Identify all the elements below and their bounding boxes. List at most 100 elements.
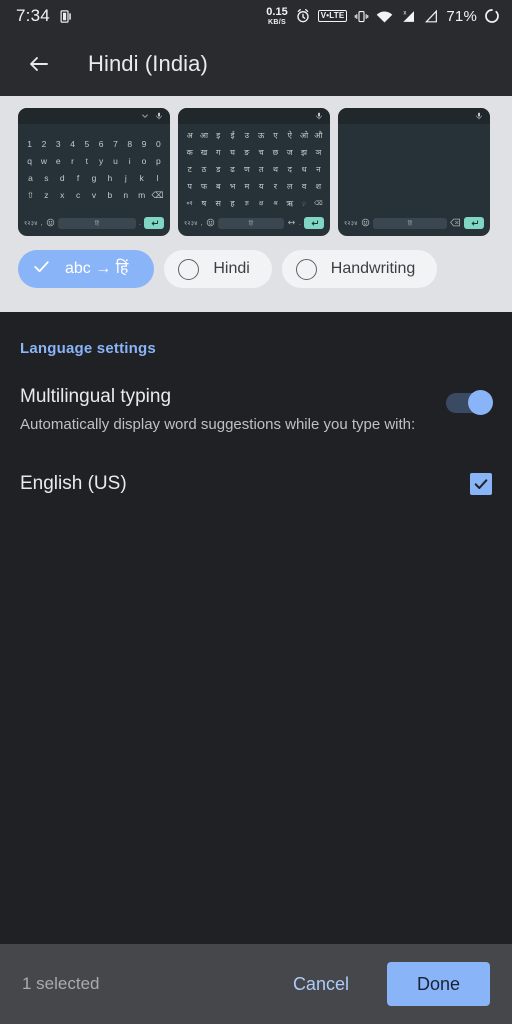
chip-handwriting[interactable]: Handwriting: [281, 250, 438, 288]
microphone-icon: [315, 108, 323, 125]
radio-unchecked-icon: [178, 258, 200, 280]
qwerty-keyboard-preview[interactable]: 1 2 3 4 5 6 7 8 9 0 q w e r t y u i o p …: [18, 108, 170, 236]
setting-row-multilingual-typing[interactable]: Multilingual typing Automatically displa…: [20, 386, 493, 435]
key: ऐ: [287, 130, 292, 140]
chip-hindi[interactable]: Hindi: [164, 250, 272, 288]
setting-title: Multilingual typing: [20, 386, 172, 407]
network-speed-unit: KB/S: [268, 18, 286, 26]
selected-count: 1 selected: [22, 974, 100, 993]
key: च: [258, 147, 264, 157]
handwriting-keyboard-preview[interactable]: १२३४ हिं: [338, 108, 490, 236]
key-row: a s d f g h j k l: [23, 170, 165, 187]
key: ब: [215, 181, 221, 191]
battery-percent: 71%: [446, 7, 477, 25]
key: छ: [272, 147, 279, 157]
chip-transliteration[interactable]: abc → हिं: [18, 250, 155, 288]
key: a: [28, 172, 33, 183]
key: ज: [286, 147, 293, 157]
done-button[interactable]: Done: [386, 962, 490, 1006]
key: j: [124, 172, 127, 183]
status-time: 7:34: [16, 6, 50, 25]
key: ट: [187, 164, 192, 174]
key: फ: [200, 181, 208, 191]
backspace-key: ⌫: [151, 189, 164, 200]
keyboard-preview-row: 1 2 3 4 5 6 7 8 9 0 q w e r t y u i o p …: [0, 108, 512, 236]
bottom-action-bar: 1 selected Cancel Done: [0, 942, 512, 1024]
key: y: [99, 155, 104, 166]
numeric-key: १२३४: [184, 221, 198, 227]
key: 3: [55, 138, 61, 149]
emoji-icon: [361, 214, 370, 232]
key: अ: [186, 130, 193, 140]
back-arrow-icon[interactable]: [22, 47, 56, 81]
key: f: [76, 172, 80, 183]
key: z: [44, 189, 49, 200]
handwriting-canvas: [338, 124, 490, 213]
key: w: [40, 155, 48, 166]
space-key: हिं: [217, 217, 285, 229]
key: ञ: [315, 147, 322, 157]
key: र: [273, 181, 278, 191]
key: d: [59, 172, 65, 183]
key: q: [27, 155, 33, 166]
numeric-key: १२३४: [24, 221, 38, 227]
key: ई: [230, 130, 235, 140]
key: ग: [216, 147, 221, 157]
key: भ: [229, 181, 236, 191]
key: k: [139, 172, 144, 183]
key: ए: [273, 130, 278, 140]
key: ख: [200, 147, 208, 157]
key: क: [186, 147, 193, 157]
key: ष: [201, 198, 207, 208]
key: न: [316, 164, 321, 174]
status-bar: 7:34 0.15 KB/S V•LTE x 71%: [0, 0, 512, 32]
signal-icon: [423, 9, 439, 24]
key: g: [91, 172, 97, 183]
key: 2: [41, 138, 47, 149]
language-switch-icon: [287, 214, 296, 232]
language-row-english-us[interactable]: English (US): [20, 473, 492, 496]
enter-key-icon: [464, 217, 484, 229]
language-checkbox[interactable]: [470, 473, 492, 496]
key: h: [107, 172, 113, 183]
period-key: .: [299, 219, 301, 227]
volte-icon: V•LTE: [317, 10, 348, 22]
keyboard-layout-chip-row: abc → हिं Hindi Handwriting: [0, 250, 512, 288]
language-name: English (US): [20, 473, 127, 495]
setting-subtitle: Automatically display word suggestions w…: [20, 415, 416, 433]
key: ऋ: [286, 198, 294, 208]
toggle-thumb: [468, 390, 493, 415]
key: b: [107, 189, 113, 200]
status-bar-right: 0.15 KB/S V•LTE x 71%: [266, 5, 500, 26]
key: त: [258, 164, 264, 174]
key-row: ⇧ z x c v b n m ⌫: [23, 187, 165, 204]
battery-circle-icon: [484, 8, 500, 24]
signal-no-sim-icon: x: [400, 9, 416, 24]
key-row: ०१ ष स ह ज्ञ क्ष श्र ऋ ़ ⌫: [183, 195, 325, 212]
key: 9: [141, 138, 147, 149]
keyboard-suggestion-bar: [338, 108, 490, 124]
key: 5: [84, 138, 90, 149]
key: x: [60, 189, 65, 200]
chip-label: abc → हिं: [65, 260, 129, 277]
key: श्र: [273, 200, 278, 207]
key: स: [215, 198, 221, 208]
devanagari-keyboard-preview[interactable]: अ आ इ ई उ ऊ ए ऐ ओ औ क ख ग घ ङ च छ ज झ ञ …: [178, 108, 330, 236]
setting-texts: Multilingual typing Automatically displa…: [20, 386, 446, 435]
multilingual-typing-toggle[interactable]: [446, 390, 493, 415]
svg-text:x: x: [404, 10, 407, 16]
key: ़: [302, 200, 306, 207]
enter-key-icon: [304, 217, 324, 229]
network-speed-value: 0.15: [266, 5, 288, 18]
keyboard-suggestion-bar: [18, 108, 170, 124]
key: ड: [216, 164, 221, 174]
backspace-icon: [450, 214, 461, 232]
key: म: [244, 181, 250, 191]
emoji-icon: [46, 214, 55, 232]
key: औ: [314, 130, 323, 140]
comma-key: ,: [200, 219, 203, 227]
keyboard-keys: 1 2 3 4 5 6 7 8 9 0 q w e r t y u i o p …: [18, 124, 170, 213]
key: ०१: [186, 200, 193, 207]
check-icon: [32, 257, 51, 281]
cancel-button[interactable]: Cancel: [277, 964, 365, 1005]
